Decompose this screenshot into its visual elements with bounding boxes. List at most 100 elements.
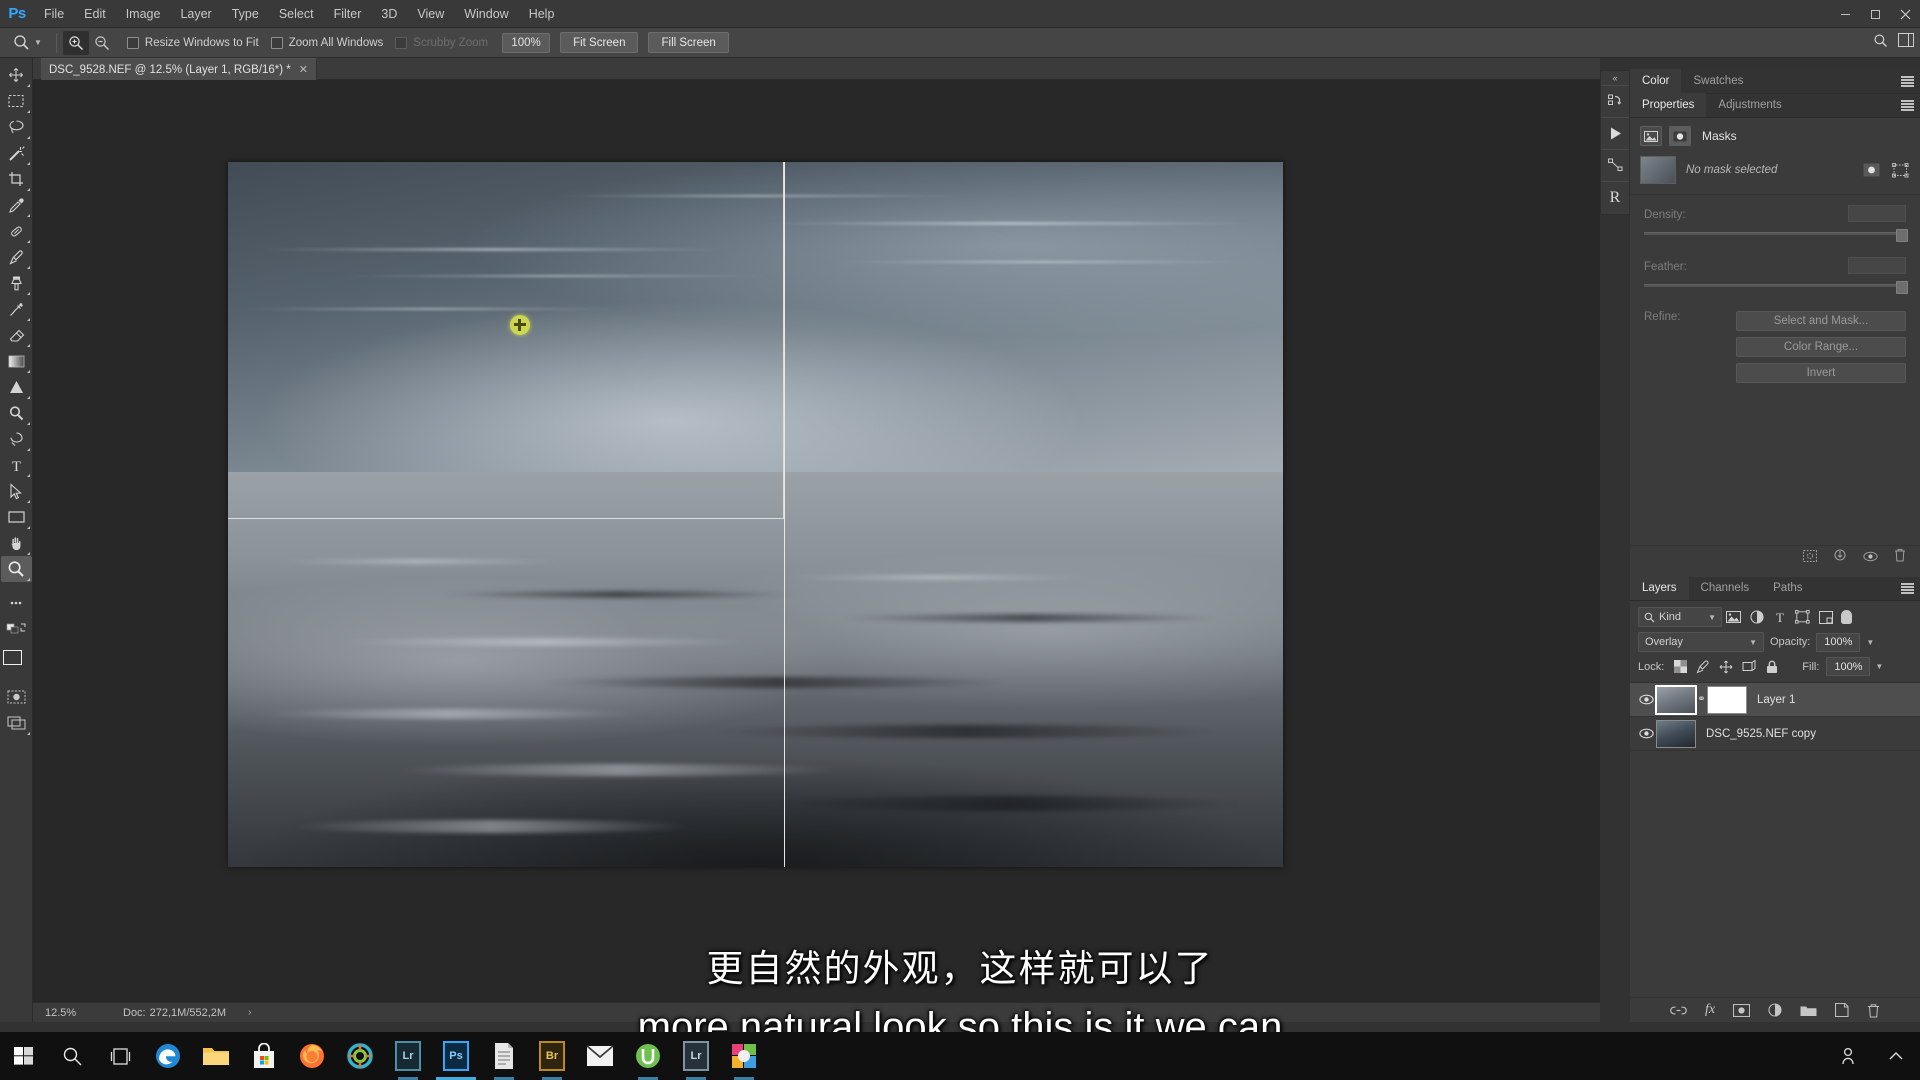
canvas-area[interactable] bbox=[33, 80, 1600, 1002]
fit-screen-button[interactable]: Fit Screen bbox=[560, 32, 639, 53]
select-and-mask-button[interactable]: Select and Mask... bbox=[1736, 311, 1906, 331]
filter-shape-icon[interactable] bbox=[1791, 607, 1814, 627]
mask-link-icon[interactable]: ⚭ bbox=[1696, 694, 1707, 705]
filter-type-icon[interactable]: T bbox=[1768, 607, 1791, 627]
tool-clone-stamp[interactable] bbox=[1, 270, 32, 296]
add-vector-mask-button[interactable] bbox=[1891, 162, 1910, 179]
filter-pixel-icon[interactable] bbox=[1722, 607, 1745, 627]
tool-history-brush[interactable] bbox=[1, 296, 32, 322]
actions-panel-icon[interactable] bbox=[1601, 117, 1629, 149]
new-layer-icon[interactable] bbox=[1835, 1003, 1849, 1017]
new-adjustment-layer-icon[interactable] bbox=[1768, 1003, 1782, 1017]
menu-item-3d[interactable]: 3D bbox=[371, 0, 407, 28]
add-pixel-mask-button[interactable] bbox=[1862, 162, 1881, 179]
search-icon[interactable] bbox=[1873, 33, 1888, 53]
tool-crop[interactable] bbox=[1, 166, 32, 192]
color-swatches[interactable] bbox=[1, 648, 32, 684]
start-button[interactable] bbox=[0, 1032, 48, 1080]
zoom-out-button[interactable] bbox=[89, 31, 115, 55]
firefox-app[interactable] bbox=[288, 1032, 336, 1080]
tool-brush[interactable] bbox=[1, 244, 32, 270]
menu-item-image[interactable]: Image bbox=[116, 0, 171, 28]
minimize-button[interactable] bbox=[1830, 0, 1860, 28]
workspace-switcher-icon[interactable] bbox=[1898, 33, 1914, 52]
toggle-layer-filtering-icon[interactable] bbox=[1841, 610, 1852, 624]
delete-mask-icon[interactable] bbox=[1894, 548, 1906, 567]
screen-mode-icon[interactable] bbox=[1, 710, 32, 736]
chevron-down-icon[interactable]: ▼ bbox=[1708, 613, 1716, 622]
document-tab[interactable]: DSC_9528.NEF @ 12.5% (Layer 1, RGB/16*) … bbox=[41, 58, 317, 80]
new-group-icon[interactable] bbox=[1800, 1004, 1817, 1017]
lock-position-icon[interactable] bbox=[1717, 658, 1735, 676]
mail-app[interactable] bbox=[576, 1032, 624, 1080]
tool-gradient[interactable] bbox=[1, 348, 32, 374]
opacity-chevron-icon[interactable]: ▼ bbox=[1866, 638, 1874, 647]
tool-horizontal-type[interactable]: T bbox=[1, 452, 32, 478]
show-hidden-icons-chevron[interactable] bbox=[1872, 1032, 1920, 1080]
layer-visibility-eye-icon[interactable] bbox=[1636, 728, 1656, 739]
menu-item-view[interactable]: View bbox=[407, 0, 454, 28]
quick-mask-mode-icon[interactable] bbox=[1, 684, 32, 710]
tool-spot-healing-brush[interactable] bbox=[1, 218, 32, 244]
tool-rectangle[interactable] bbox=[1, 504, 32, 530]
load-selection-icon[interactable] bbox=[1803, 549, 1817, 567]
microsoft-store-app[interactable] bbox=[240, 1032, 288, 1080]
tool-zoom[interactable] bbox=[0, 556, 32, 582]
filter-smart-object-icon[interactable] bbox=[1814, 607, 1837, 627]
zoom-all-windows-checkbox[interactable]: Zoom All Windows bbox=[270, 36, 383, 49]
layer-mask-thumbnail[interactable] bbox=[1707, 685, 1747, 714]
lock-transparent-pixels-icon[interactable] bbox=[1671, 658, 1689, 676]
tool-eyedropper[interactable] bbox=[1, 192, 32, 218]
filter-adjustment-icon[interactable] bbox=[1745, 607, 1768, 627]
feather-value-field[interactable] bbox=[1848, 257, 1906, 274]
vector-mask-icon[interactable] bbox=[1669, 126, 1691, 146]
settings-app[interactable] bbox=[336, 1032, 384, 1080]
menu-item-filter[interactable]: Filter bbox=[324, 0, 372, 28]
menu-item-file[interactable]: File bbox=[34, 0, 74, 28]
density-slider[interactable] bbox=[1644, 229, 1908, 242]
camera-raw-filter-icon[interactable]: R bbox=[1601, 181, 1629, 213]
tool-eraser[interactable] bbox=[1, 322, 32, 348]
color-range-button[interactable]: Color Range... bbox=[1736, 337, 1906, 357]
close-document-icon[interactable]: ✕ bbox=[299, 63, 308, 76]
paths-panel-icon[interactable] bbox=[1601, 149, 1629, 181]
toggle-mask-icon[interactable] bbox=[1863, 549, 1878, 567]
resize-windows-to-fit-checkbox[interactable]: Resize Windows to Fit bbox=[126, 36, 259, 49]
feather-slider[interactable] bbox=[1644, 281, 1908, 294]
apply-mask-icon[interactable] bbox=[1833, 548, 1847, 567]
layer-row[interactable]: ⚭ Layer 1 bbox=[1630, 683, 1920, 717]
tab-layers[interactable]: Layers bbox=[1630, 576, 1689, 600]
tab-swatches[interactable]: Swatches bbox=[1681, 69, 1755, 93]
layers-panel-menu-icon[interactable] bbox=[1901, 583, 1914, 594]
zoom-in-button[interactable] bbox=[62, 30, 89, 55]
image-canvas[interactable] bbox=[228, 162, 1283, 867]
layer-visibility-eye-icon[interactable] bbox=[1636, 694, 1656, 705]
menu-item-select[interactable]: Select bbox=[269, 0, 324, 28]
tab-properties[interactable]: Properties bbox=[1630, 93, 1707, 117]
default-colors-icon[interactable] bbox=[1, 616, 32, 642]
lightroom-app[interactable]: Lr bbox=[384, 1032, 432, 1080]
tool-lasso[interactable] bbox=[1, 114, 32, 140]
status-zoom-level[interactable]: 12.5% bbox=[33, 1007, 105, 1019]
menu-item-type[interactable]: Type bbox=[222, 0, 269, 28]
zoom-percent-field[interactable]: 100% bbox=[502, 32, 551, 53]
tool-hand[interactable] bbox=[1, 530, 32, 556]
properties-panel-menu-icon[interactable] bbox=[1901, 100, 1914, 111]
lightroom-classic-app[interactable]: Lr bbox=[672, 1032, 720, 1080]
fill-chevron-icon[interactable]: ▼ bbox=[1875, 662, 1883, 671]
tool-path-selection[interactable] bbox=[1, 478, 32, 504]
layer-thumbnail[interactable] bbox=[1656, 719, 1696, 748]
pixel-mask-icon[interactable] bbox=[1640, 126, 1662, 146]
link-layers-icon[interactable] bbox=[1670, 1005, 1687, 1016]
bridge-app[interactable]: Br bbox=[528, 1032, 576, 1080]
colorful-app[interactable] bbox=[720, 1032, 768, 1080]
tool-pen[interactable] bbox=[1, 426, 32, 452]
layer-style-fx-icon[interactable]: fx bbox=[1705, 1002, 1715, 1018]
menu-item-window[interactable]: Window bbox=[454, 0, 518, 28]
tab-color[interactable]: Color bbox=[1630, 69, 1682, 93]
people-icon[interactable] bbox=[1824, 1032, 1872, 1080]
lock-artboard-nesting-icon[interactable] bbox=[1740, 658, 1758, 676]
tab-adjustments[interactable]: Adjustments bbox=[1706, 93, 1793, 117]
green-app[interactable] bbox=[624, 1032, 672, 1080]
tool-blur[interactable] bbox=[1, 374, 32, 400]
